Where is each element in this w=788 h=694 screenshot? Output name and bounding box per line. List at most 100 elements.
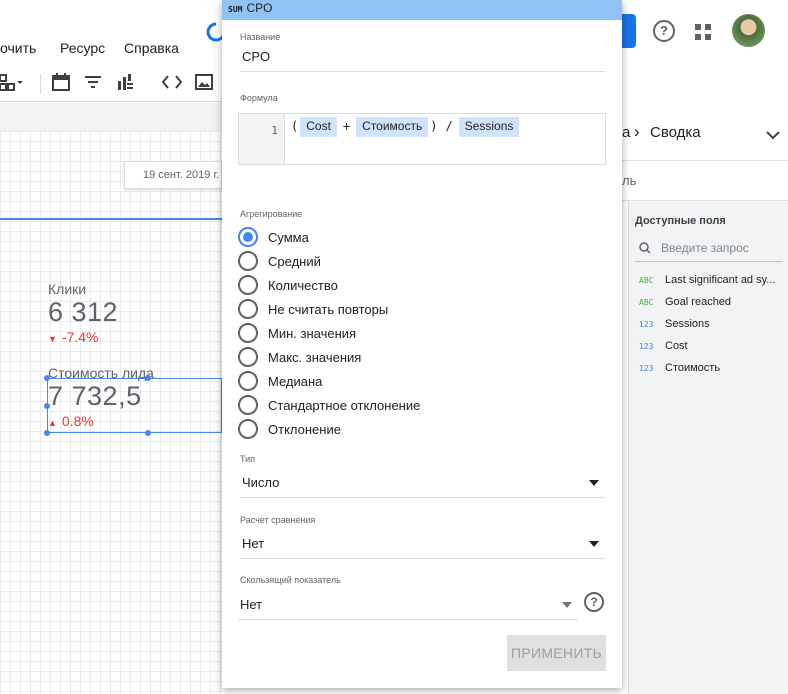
radio-median[interactable]: Медиана xyxy=(238,370,322,392)
radio-button[interactable] xyxy=(238,419,258,439)
radio-count[interactable]: Количество xyxy=(238,274,338,296)
code-icon[interactable] xyxy=(160,70,184,94)
kpi-lead-cost-value: 7 732,5 xyxy=(48,381,142,411)
formula-paren-close: ) xyxy=(430,119,438,133)
type-select-value: Число xyxy=(242,475,280,490)
avatar[interactable] xyxy=(732,14,765,47)
running-calc-select-value: Нет xyxy=(240,597,263,612)
field-item[interactable]: 123 Стоимость xyxy=(639,362,720,374)
filter-icon[interactable] xyxy=(81,70,105,94)
name-label: Название xyxy=(240,32,281,42)
field-item[interactable]: 123 Cost xyxy=(639,340,688,352)
formula-operator-divide: / xyxy=(445,119,453,133)
formula-editor[interactable]: 1 (Cost + Стоимость) / Sessions xyxy=(238,113,606,165)
radio-sum[interactable]: Сумма xyxy=(238,226,309,248)
formula-chip-stoimost[interactable]: Стоимость xyxy=(356,117,429,137)
apps-grid-icon[interactable] xyxy=(694,23,712,41)
help-icon[interactable]: ? xyxy=(653,20,675,42)
radio-count-distinct[interactable]: Не считать повторы xyxy=(238,298,388,320)
name-input[interactable]: CPO xyxy=(240,42,605,72)
field-search-input[interactable]: Введите запрос xyxy=(661,241,749,255)
running-calc-select[interactable]: Нет xyxy=(238,590,578,620)
search-underline xyxy=(635,261,783,262)
number-type-icon: 123 xyxy=(639,320,654,329)
aggregation-label: Агрегирование xyxy=(240,209,303,219)
field-item[interactable]: ABC Last significant ad sy... xyxy=(639,274,775,286)
shapes-dropdown-icon[interactable] xyxy=(0,70,26,94)
kpi-clicks-label: Клики xyxy=(48,281,87,297)
dropdown-arrow-icon xyxy=(562,602,572,608)
radio-button[interactable] xyxy=(238,371,258,391)
radio-min[interactable]: Мин. значения xyxy=(238,322,356,344)
number-type-icon: 123 xyxy=(639,342,654,351)
radio-average[interactable]: Средний xyxy=(238,250,321,272)
field-item[interactable]: ABC Goal reached xyxy=(639,296,731,308)
comparison-select[interactable]: Нет xyxy=(240,529,605,559)
comparison-label: Расчет сравнения xyxy=(240,515,316,525)
data-control-icon[interactable] xyxy=(113,70,137,94)
comparison-select-value: Нет xyxy=(242,536,265,551)
dialog-title: CPO xyxy=(246,1,273,15)
search-icon xyxy=(639,241,651,259)
radio-stddev[interactable]: Стандартное отклонение xyxy=(238,394,420,416)
resize-handle[interactable] xyxy=(44,430,50,436)
kpi-clicks-delta-value: -7.4% xyxy=(61,329,99,345)
formula-chip-sessions[interactable]: Sessions xyxy=(458,117,520,137)
radio-label: Средний xyxy=(268,253,321,269)
text-type-icon: ABC xyxy=(639,298,654,307)
text-type-icon: ABC xyxy=(639,276,654,285)
radio-button[interactable] xyxy=(238,251,258,271)
date-range-control[interactable]: 19 сент. 2019 г. xyxy=(124,161,222,189)
share-button[interactable] xyxy=(622,14,636,48)
type-label: Тип xyxy=(240,454,256,464)
formula-label: Формула xyxy=(240,93,278,103)
dropdown-arrow-icon xyxy=(589,480,599,486)
radio-button-checked[interactable] xyxy=(238,227,258,247)
style-tab-fragment[interactable]: ль xyxy=(622,173,636,188)
panel-header: а › Сводка xyxy=(622,103,788,161)
toolbar xyxy=(0,64,222,102)
type-select[interactable]: Число xyxy=(240,468,605,498)
radio-label: Количество xyxy=(268,277,338,293)
help-icon[interactable]: ? xyxy=(584,592,604,612)
field-item[interactable]: 123 Sessions xyxy=(639,318,710,330)
menu-item-help[interactable]: Справка xyxy=(124,40,179,56)
menu-item-resource[interactable]: Ресурс xyxy=(60,40,105,56)
chevron-down-icon[interactable] xyxy=(766,127,780,145)
calculated-field-dialog: SUM CPO Название CPO Формула 1 (Cost + Стои… xyxy=(222,0,622,688)
arrow-down-icon: ▼ xyxy=(48,334,57,344)
calendar-icon[interactable] xyxy=(49,70,73,94)
radio-button[interactable] xyxy=(238,323,258,343)
radio-button[interactable] xyxy=(238,275,258,295)
field-name: Стоимость xyxy=(665,362,721,374)
radio-variance[interactable]: Отклонение xyxy=(238,418,341,440)
resize-handle[interactable] xyxy=(145,375,151,381)
radio-max[interactable]: Макс. значения xyxy=(238,346,361,368)
image-icon[interactable] xyxy=(192,70,216,94)
radio-button[interactable] xyxy=(238,299,258,319)
apply-button[interactable]: ПРИМЕНИТЬ xyxy=(507,635,606,671)
radio-button[interactable] xyxy=(238,395,258,415)
breadcrumb-fragment: а xyxy=(622,124,631,141)
radio-label: Не считать повторы xyxy=(268,301,389,317)
toolbar-divider xyxy=(40,74,41,94)
kpi-lead-cost-delta: ▲ 0.8% xyxy=(48,413,94,429)
radio-label: Макс. значения xyxy=(268,349,362,365)
dialog-header: SUM CPO xyxy=(222,0,622,20)
running-calc-label: Скользящий показатель xyxy=(240,575,341,585)
formula-code: (Cost + Стоимость) / Sessions xyxy=(287,117,520,137)
line-number-gutter: 1 xyxy=(239,114,285,164)
menu-bar: очить Ресурс Справка xyxy=(0,34,222,64)
menu-item-file[interactable]: очить xyxy=(0,40,36,56)
formula-chip-cost[interactable]: Cost xyxy=(300,117,337,137)
number-type-icon: 123 xyxy=(639,364,654,373)
panel-subtabs: ль xyxy=(622,161,788,201)
top-right-bar: ? xyxy=(622,0,788,64)
kpi-clicks-delta: ▼ -7.4% xyxy=(48,329,99,345)
radio-button[interactable] xyxy=(238,347,258,367)
resize-handle[interactable] xyxy=(145,430,151,436)
top-bar-left xyxy=(0,0,222,42)
field-name: Sessions xyxy=(665,318,710,330)
arrow-up-icon: ▲ xyxy=(48,418,57,428)
available-fields-panel: Доступные поля Введите запрос ABC Last si… xyxy=(628,201,788,694)
